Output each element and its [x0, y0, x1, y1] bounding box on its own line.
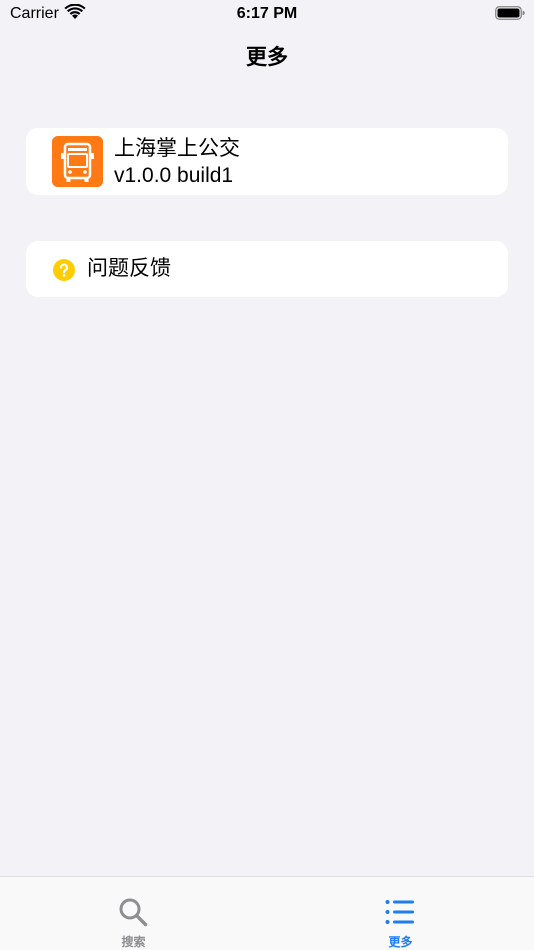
screen: Carrier 6:17 PM 更多 上海掌上公交 v1.0.0 build1 … [0, 0, 534, 950]
tab-more[interactable]: 更多 [267, 877, 534, 950]
page-title: 更多 [246, 46, 288, 69]
battery-icon [495, 6, 525, 20]
question-icon [53, 259, 75, 281]
list-icon [385, 900, 414, 924]
search-icon [119, 898, 148, 927]
status-bar: Carrier 6:17 PM [0, 0, 534, 28]
app-version: v1.0.0 build1 [114, 164, 234, 187]
tab-more-label: 更多 [388, 935, 413, 949]
tab-search[interactable]: 搜索 [0, 877, 267, 950]
app-info-card: 上海掌上公交 v1.0.0 build1 [26, 128, 508, 195]
feedback-label: 问题反馈 [87, 257, 171, 280]
bus-icon [52, 136, 103, 187]
feedback-row[interactable]: 问题反馈 [26, 241, 508, 297]
tab-bar: 搜索 更多 [0, 876, 534, 950]
clock: 6:17 PM [236, 5, 298, 22]
tab-search-label: 搜索 [121, 935, 146, 949]
app-name: 上海掌上公交 [114, 137, 240, 160]
